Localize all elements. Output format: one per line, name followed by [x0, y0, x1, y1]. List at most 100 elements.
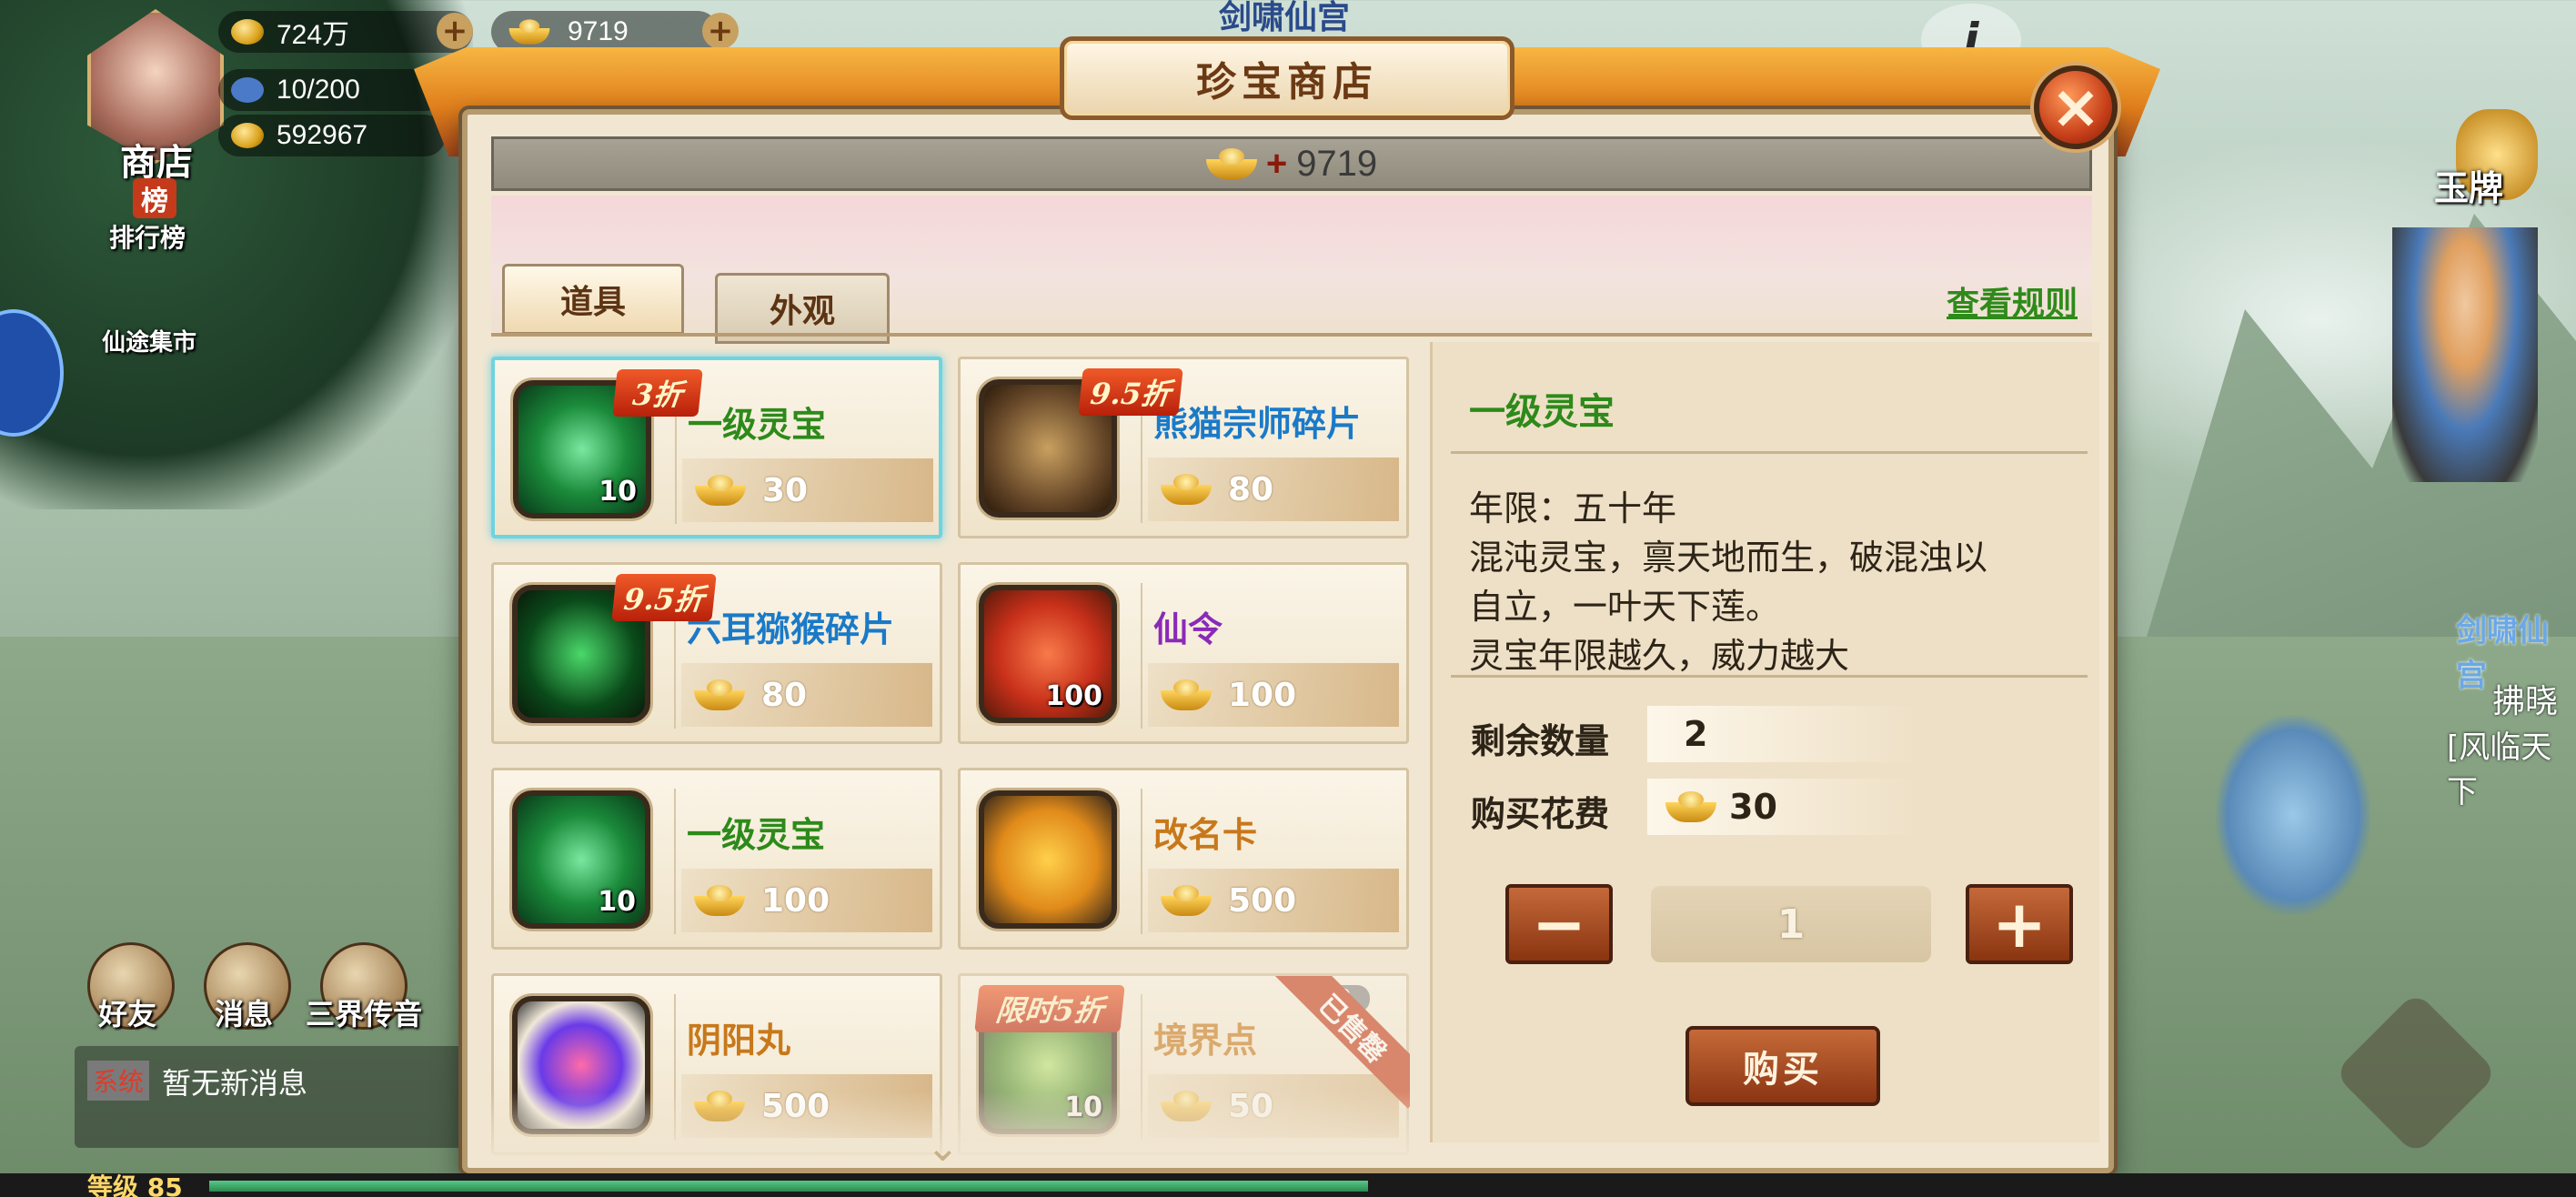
- item-price-bar: 30: [682, 458, 933, 522]
- tab-items-label: 道具: [559, 284, 626, 321]
- rank-badge-label: 榜: [141, 186, 168, 217]
- close-icon: ×: [2050, 72, 2101, 142]
- shop-item-card[interactable]: 100 仙令 100: [958, 562, 1409, 744]
- scroll-down-icon[interactable]: ⌄: [926, 1124, 960, 1171]
- item-name: 仙令: [1153, 609, 1223, 649]
- quantity-input[interactable]: 1: [1651, 886, 1931, 962]
- stamina-value: 10/200: [277, 75, 360, 105]
- silver-bar: 724万: [218, 11, 473, 53]
- gold-ingot-icon: [695, 475, 746, 506]
- item-name: 一级灵宝: [687, 815, 826, 855]
- buy-button[interactable]: 购买: [1685, 1026, 1880, 1106]
- chat-box[interactable]: 系统 暂无新消息: [75, 1046, 475, 1148]
- item-name: 改名卡: [1153, 815, 1258, 855]
- messages-label: 消息: [215, 997, 274, 1031]
- item-name: 熊猫宗师碎片: [1153, 404, 1362, 444]
- cost-label: 购买花费: [1471, 794, 1610, 834]
- close-button[interactable]: ×: [2034, 65, 2118, 149]
- sold-out-label: 已售罄: [1273, 976, 1410, 1109]
- item-quantity: 100: [1045, 680, 1102, 712]
- item-detail-panel: 一级灵宝 年限：五十年 混沌灵宝，禀天地而生，破混浊以 自立，一叶天下莲。 灵宝…: [1430, 342, 2099, 1142]
- gold-ingot-icon: [1161, 679, 1212, 710]
- gold-value: 9719: [568, 16, 629, 46]
- item-price-bar: 100: [1148, 663, 1399, 727]
- shop-item-card[interactable]: 10 一级灵宝 100: [491, 768, 942, 950]
- jade-lotus-icon: 10: [512, 790, 650, 929]
- power-value: 592967: [277, 120, 368, 150]
- discount-badge: 3折: [612, 369, 703, 417]
- shop-title-plate: 珍宝商店: [1060, 36, 1514, 120]
- shop-gold-amount: 9719: [1296, 143, 1378, 184]
- buy-label: 购买: [1743, 1049, 1823, 1091]
- gold-ingot-icon: [694, 679, 745, 710]
- detail-line: 混沌灵宝，禀天地而生，破混浊以: [1469, 538, 1988, 578]
- rank-badge[interactable]: 榜: [133, 178, 176, 218]
- item-quantity: 10: [599, 476, 637, 508]
- decrease-button[interactable]: −: [1505, 884, 1613, 964]
- broadcast-label: 三界传音: [306, 997, 423, 1031]
- item-price: 80: [1228, 470, 1274, 508]
- shop-title: 珍宝商店: [1196, 59, 1378, 106]
- item-price-bar: 100: [681, 869, 932, 932]
- power-bar: 592967: [218, 115, 446, 156]
- detail-line: 年限：五十年: [1469, 488, 1677, 528]
- exp-bar-fill: [209, 1181, 1368, 1192]
- shop-gold-bar: + 9719: [491, 136, 2092, 191]
- card-divider: [674, 789, 676, 934]
- shop-item-card[interactable]: 熊猫宗师碎片 80 9.5折: [958, 357, 1409, 538]
- chat-message: 暂无新消息: [162, 1066, 308, 1101]
- gold-ingot-icon: [694, 885, 745, 916]
- minus-icon: −: [1531, 886, 1587, 962]
- npc-figure[interactable]: [2392, 227, 2538, 482]
- card-divider: [1141, 583, 1142, 729]
- market-label[interactable]: 仙途集市: [102, 324, 196, 357]
- remaining-label: 剩余数量: [1471, 721, 1610, 761]
- add-gold-button[interactable]: +: [702, 13, 739, 49]
- tab-items[interactable]: 道具: [502, 264, 684, 335]
- right-name-2: 拂晓: [2492, 683, 2559, 720]
- detail-title: 一级灵宝: [1469, 391, 1615, 433]
- detail-divider: [1451, 675, 2088, 678]
- tab-appearance-label: 外观: [769, 293, 835, 330]
- increase-button[interactable]: +: [1966, 884, 2073, 964]
- item-price-bar: 80: [1148, 458, 1399, 521]
- stamina-icon: [231, 77, 264, 103]
- gold-prefix: +: [1265, 143, 1288, 184]
- rank-label[interactable]: 排行榜: [109, 218, 186, 255]
- scroll-fade: [491, 1091, 1428, 1164]
- pet-figure: [2216, 715, 2370, 915]
- cost-value: 30: [1729, 787, 1777, 827]
- discount-badge: 9.5折: [1078, 368, 1183, 416]
- detail-divider: [1451, 451, 2088, 454]
- top-name: 剑啸仙宫: [1219, 0, 1351, 36]
- item-price: 30: [762, 471, 809, 509]
- quantity-value: 1: [1776, 900, 1806, 948]
- item-name: 境界点: [1153, 1021, 1258, 1061]
- level-label: 等级 85: [87, 1172, 183, 1197]
- discount-badge: 9.5折: [611, 574, 717, 621]
- item-price: 500: [1228, 881, 1297, 920]
- rules-link[interactable]: 查看规则: [1947, 277, 2078, 325]
- friends-label: 好友: [98, 997, 157, 1031]
- gold-ingot-icon: [1161, 474, 1212, 505]
- detail-line: 自立，一叶天下莲。: [1469, 587, 1781, 627]
- add-silver-button[interactable]: +: [437, 13, 473, 49]
- plus-icon: +: [1991, 886, 2048, 962]
- cost-field: 30: [1647, 779, 1920, 835]
- shop-item-card[interactable]: 六耳猕猴碎片 80 9.5折: [491, 562, 942, 744]
- right-name-3: [风临天下: [2447, 729, 2552, 810]
- immortal-token-icon: 100: [979, 585, 1117, 723]
- system-tag: 系统: [87, 1061, 150, 1101]
- tab-divider: [491, 333, 2092, 337]
- gold-ingot-icon: [1205, 148, 1257, 179]
- shop-item-card[interactable]: 10 一级灵宝 30 3折: [491, 357, 942, 538]
- gold-ingot-icon: [508, 19, 550, 45]
- item-price-bar: 80: [681, 663, 932, 727]
- detail-line: 灵宝年限越久，威力越大: [1469, 636, 1850, 676]
- jade-badge-label: 玉牌: [2434, 168, 2504, 208]
- rename-card-icon: [979, 790, 1117, 929]
- item-price: 100: [761, 881, 830, 920]
- remaining-value: 2: [1684, 714, 1708, 754]
- shop-item-card[interactable]: 改名卡 500: [958, 768, 1409, 950]
- item-price-bar: 500: [1148, 869, 1399, 932]
